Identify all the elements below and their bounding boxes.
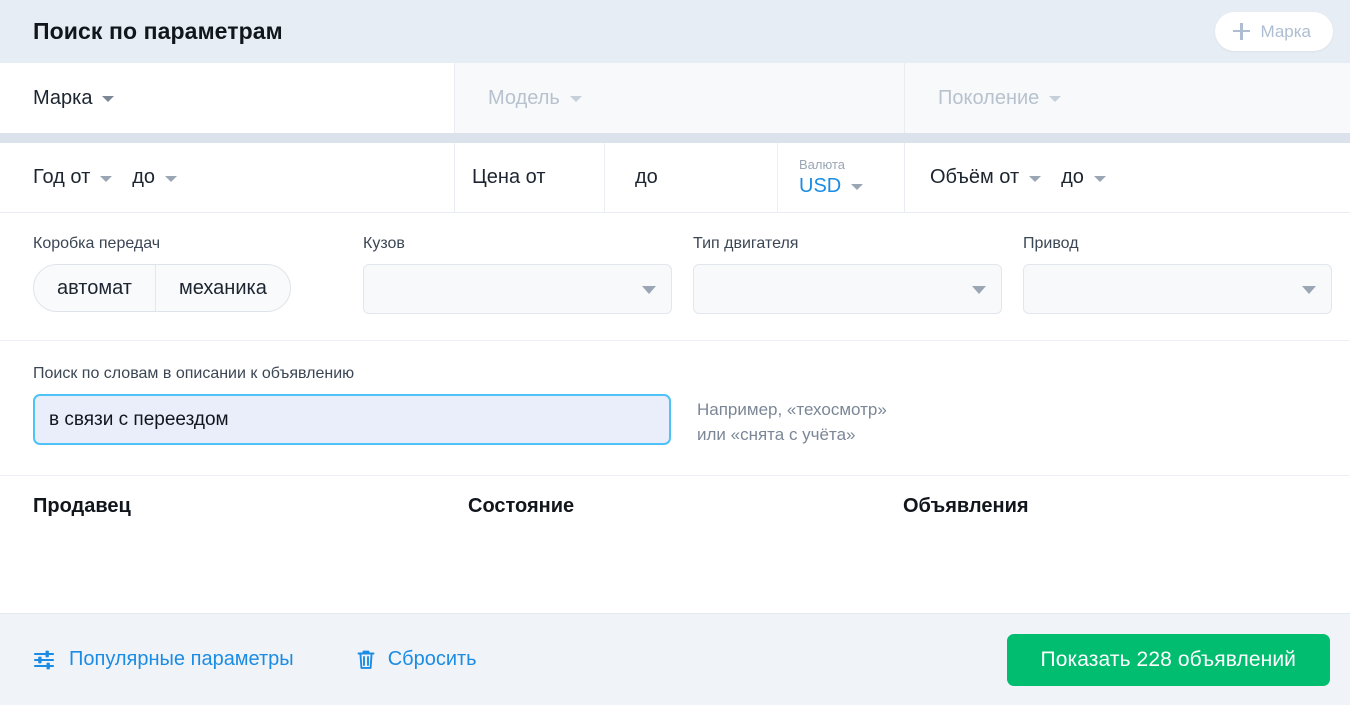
chevron-down-icon[interactable] (165, 175, 178, 182)
currency-value: USD (799, 174, 864, 198)
popular-params-link[interactable]: Популярные параметры (33, 648, 294, 671)
search-filter-panel: Поиск по параметрам Марка Марка Модель П… (0, 0, 1350, 705)
transmission-label: Коробка передач (33, 235, 161, 252)
submit-search-button[interactable]: Показать 228 объявлений (1006, 633, 1330, 686)
volume-from-label[interactable]: Объём от (930, 166, 1019, 189)
keyword-hint-line-1: Например, «техосмотр» (697, 400, 887, 419)
price-from-input[interactable]: Цена от (455, 143, 605, 212)
chevron-down-icon (642, 286, 656, 294)
plus-icon (1233, 23, 1251, 40)
generation-label: Поколение (938, 86, 1040, 109)
transmission-toggle-group: автомат механика (33, 264, 291, 312)
currency-selector[interactable]: Валюта USD (778, 143, 864, 212)
year-to-label[interactable]: до (132, 166, 155, 189)
price-from-label: Цена от (472, 166, 546, 188)
year-from-label[interactable]: Год от (33, 166, 90, 189)
keyword-label: Поиск по словам в описании к объявлению (33, 365, 355, 382)
row-separator-band (0, 133, 1350, 143)
keyword-input[interactable] (33, 394, 671, 445)
year-cell: Год от до (0, 143, 455, 212)
sliders-icon (33, 649, 57, 671)
brand-selector-row: Марка Модель Поколение (0, 63, 1350, 133)
brand-label: Марка (33, 86, 93, 109)
price-to-input[interactable]: до (605, 143, 778, 212)
reset-link[interactable]: Сбросить (356, 648, 477, 671)
transmission-option-automatic[interactable]: автомат (34, 265, 155, 311)
chevron-down-icon (972, 286, 986, 294)
body-type-field: Кузов (363, 235, 693, 314)
group-heading-seller: Продавец (33, 495, 131, 518)
keyword-hint-line-2: или «снята с учёта» (697, 424, 856, 444)
chevron-down-icon (1049, 96, 1062, 102)
popular-params-label: Популярные параметры (69, 648, 294, 670)
chevron-down-icon[interactable] (100, 175, 113, 182)
drive-select[interactable] (1023, 264, 1332, 314)
currency-code: USD (799, 174, 842, 197)
add-brand-label: Марка (1260, 22, 1311, 41)
group-headings-row: Продавец Состояние Объявления (0, 476, 1350, 519)
trash-icon (356, 649, 376, 671)
transmission-option-manual[interactable]: механика (154, 265, 290, 311)
price-cell: Цена от до Валюта USD (455, 143, 905, 212)
engine-type-label: Тип двигателя (693, 235, 799, 252)
model-label: Модель (488, 86, 560, 109)
brand-cell[interactable]: Марка (0, 63, 455, 133)
keyword-hint: Например, «техосмотр» или «снята с учёта… (697, 394, 887, 447)
chevron-down-icon (1302, 286, 1316, 294)
chevron-down-icon (569, 96, 582, 102)
body-type-select[interactable] (363, 264, 672, 314)
generation-cell[interactable]: Поколение (905, 63, 1350, 133)
group-heading-listings: Объявления (903, 495, 1029, 518)
body-type-label: Кузов (363, 235, 405, 252)
keyword-search-row: Поиск по словам в описании к объявлению … (0, 341, 1350, 477)
chevron-down-icon (102, 96, 115, 102)
chevron-down-icon[interactable] (1029, 175, 1042, 182)
add-brand-button[interactable]: Марка (1215, 12, 1333, 51)
panel-footer: Популярные параметры Сбросить Показать 2… (0, 613, 1350, 705)
volume-cell: Объём от до (905, 143, 1350, 212)
chevron-down-icon[interactable] (1093, 175, 1106, 182)
drive-label: Привод (1023, 235, 1079, 252)
range-params-row: Год от до Цена от до Валюта USD Объём от… (0, 143, 1350, 213)
keyword-line: Например, «техосмотр» или «снята с учёта… (33, 394, 1350, 447)
panel-header: Поиск по параметрам Марка (0, 0, 1350, 63)
price-to-label: до (635, 166, 658, 188)
drive-field: Привод (1023, 235, 1350, 314)
selects-row: Коробка передач автомат механика Кузов Т… (0, 213, 1350, 341)
transmission-field: Коробка передач автомат механика (33, 235, 363, 314)
currency-label: Валюта (799, 157, 845, 173)
group-heading-condition: Состояние (468, 495, 575, 518)
engine-type-field: Тип двигателя (693, 235, 1023, 314)
chevron-down-icon (851, 184, 864, 191)
reset-label: Сбросить (387, 648, 477, 670)
page-title: Поиск по параметрам (33, 18, 283, 44)
volume-to-label[interactable]: до (1061, 166, 1084, 189)
model-cell[interactable]: Модель (455, 63, 905, 133)
engine-type-select[interactable] (693, 264, 1002, 314)
